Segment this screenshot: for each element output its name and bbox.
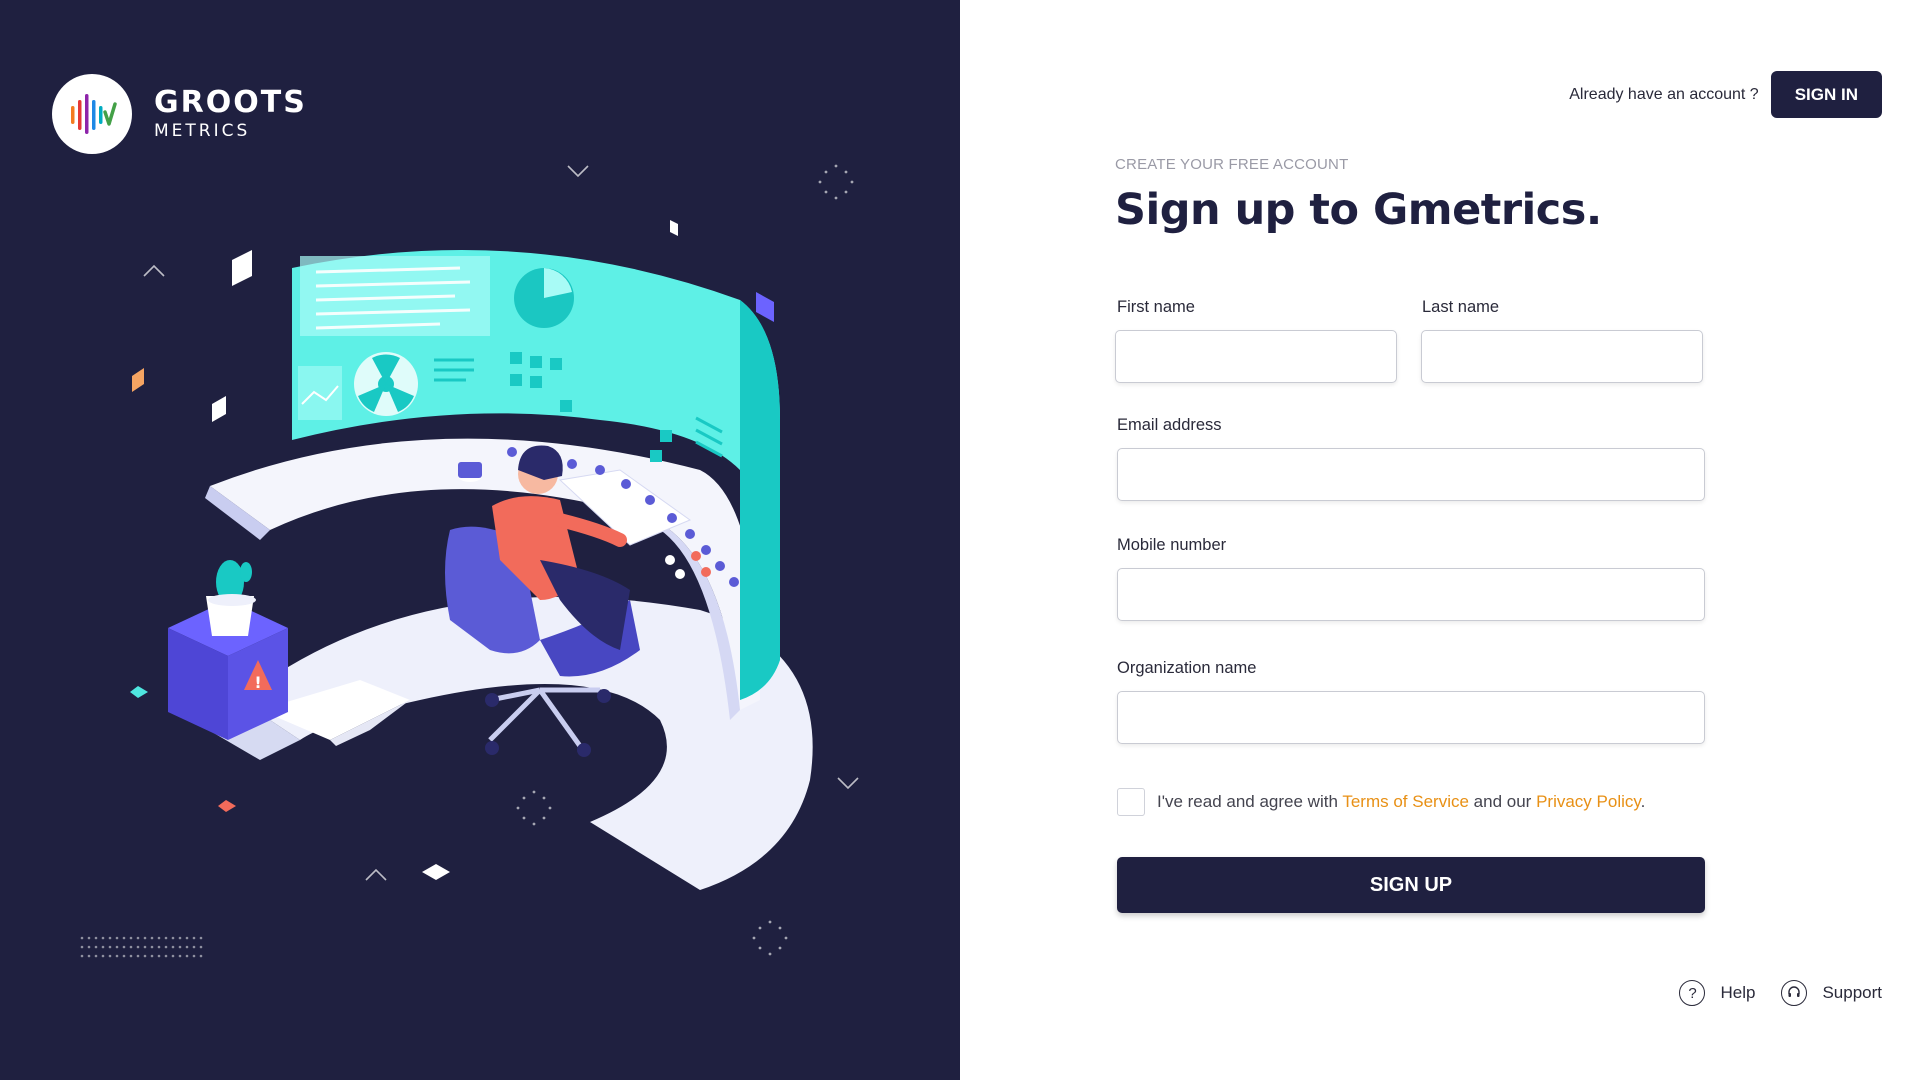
workstation-illustration: ! <box>80 164 859 958</box>
organization-input[interactable] <box>1117 691 1705 744</box>
left-illustration-panel: GROOTS METRICS ! <box>0 0 960 1080</box>
support-link[interactable]: Support <box>1781 980 1882 1006</box>
privacy-policy-link[interactable]: Privacy Policy <box>1536 792 1641 811</box>
account-prompt: Already have an account ? SIGN IN <box>1569 71 1882 118</box>
last-name-label: Last name <box>1422 298 1500 316</box>
signup-panel: Already have an account ? SIGN IN CREATE… <box>960 0 1920 1080</box>
mobile-input[interactable] <box>1117 568 1705 621</box>
help-link[interactable]: ? Help <box>1679 980 1755 1006</box>
terms-of-service-link[interactable]: Terms of Service <box>1342 792 1469 811</box>
sign-up-button[interactable]: SIGN UP <box>1117 857 1705 913</box>
agree-suffix: . <box>1640 792 1646 811</box>
signup-header: CREATE YOUR FREE ACCOUNT Sign up to Gmet… <box>1115 156 1715 235</box>
help-label: Help <box>1720 983 1756 1002</box>
first-name-label: First name <box>1117 298 1195 316</box>
already-have-account-text: Already have an account ? <box>1569 85 1759 103</box>
terms-agreement: I've read and agree with Terms of Servic… <box>1117 788 1645 816</box>
organization-label: Organization name <box>1117 659 1257 677</box>
email-label: Email address <box>1117 416 1222 434</box>
mobile-label: Mobile number <box>1117 536 1227 554</box>
footer-links: ? Help Support <box>1653 980 1882 1006</box>
svg-text:!: ! <box>254 673 261 692</box>
email-input[interactable] <box>1117 448 1705 501</box>
form-eyebrow: CREATE YOUR FREE ACCOUNT <box>1115 156 1349 173</box>
headset-icon <box>1781 980 1808 1006</box>
first-name-input[interactable] <box>1115 330 1397 383</box>
agree-prefix: I've read and agree with <box>1157 792 1338 811</box>
page-title: Sign up to Gmetrics. <box>1115 185 1602 235</box>
terms-checkbox[interactable] <box>1117 788 1145 816</box>
agree-mid: and our <box>1473 792 1532 811</box>
question-circle-icon: ? <box>1679 980 1706 1006</box>
last-name-input[interactable] <box>1421 330 1703 383</box>
support-label: Support <box>1822 983 1882 1002</box>
sign-in-button[interactable]: SIGN IN <box>1770 71 1882 118</box>
agree-text: I've read and agree with Terms of Servic… <box>1157 792 1645 812</box>
